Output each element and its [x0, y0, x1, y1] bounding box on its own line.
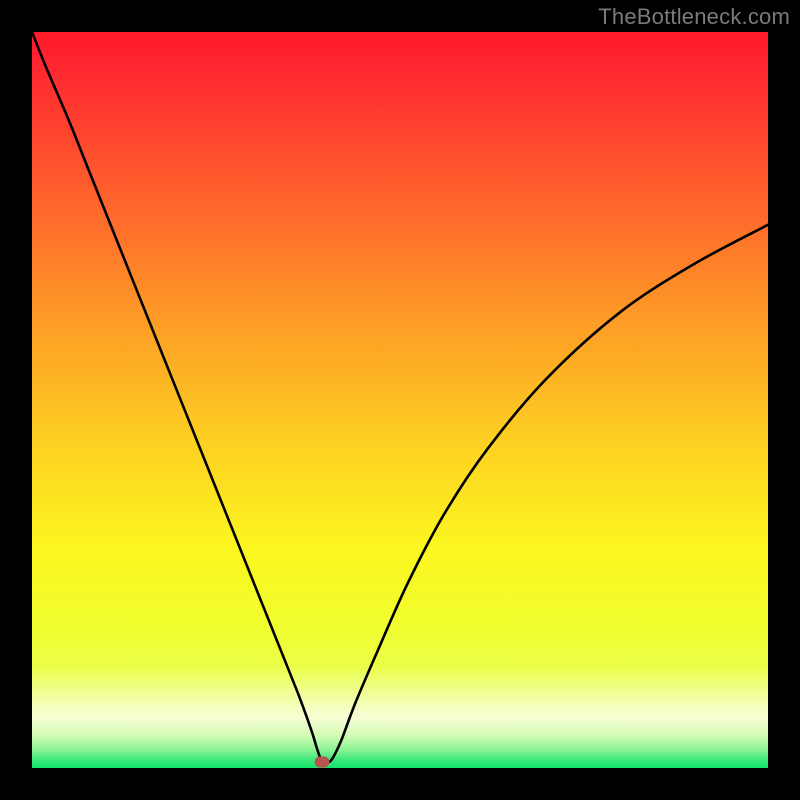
watermark-text: TheBottleneck.com — [598, 4, 790, 30]
plot-area — [32, 32, 768, 768]
bottleneck-curve — [32, 32, 768, 768]
chart-frame: TheBottleneck.com — [0, 0, 800, 800]
optimal-point-marker — [314, 757, 329, 768]
